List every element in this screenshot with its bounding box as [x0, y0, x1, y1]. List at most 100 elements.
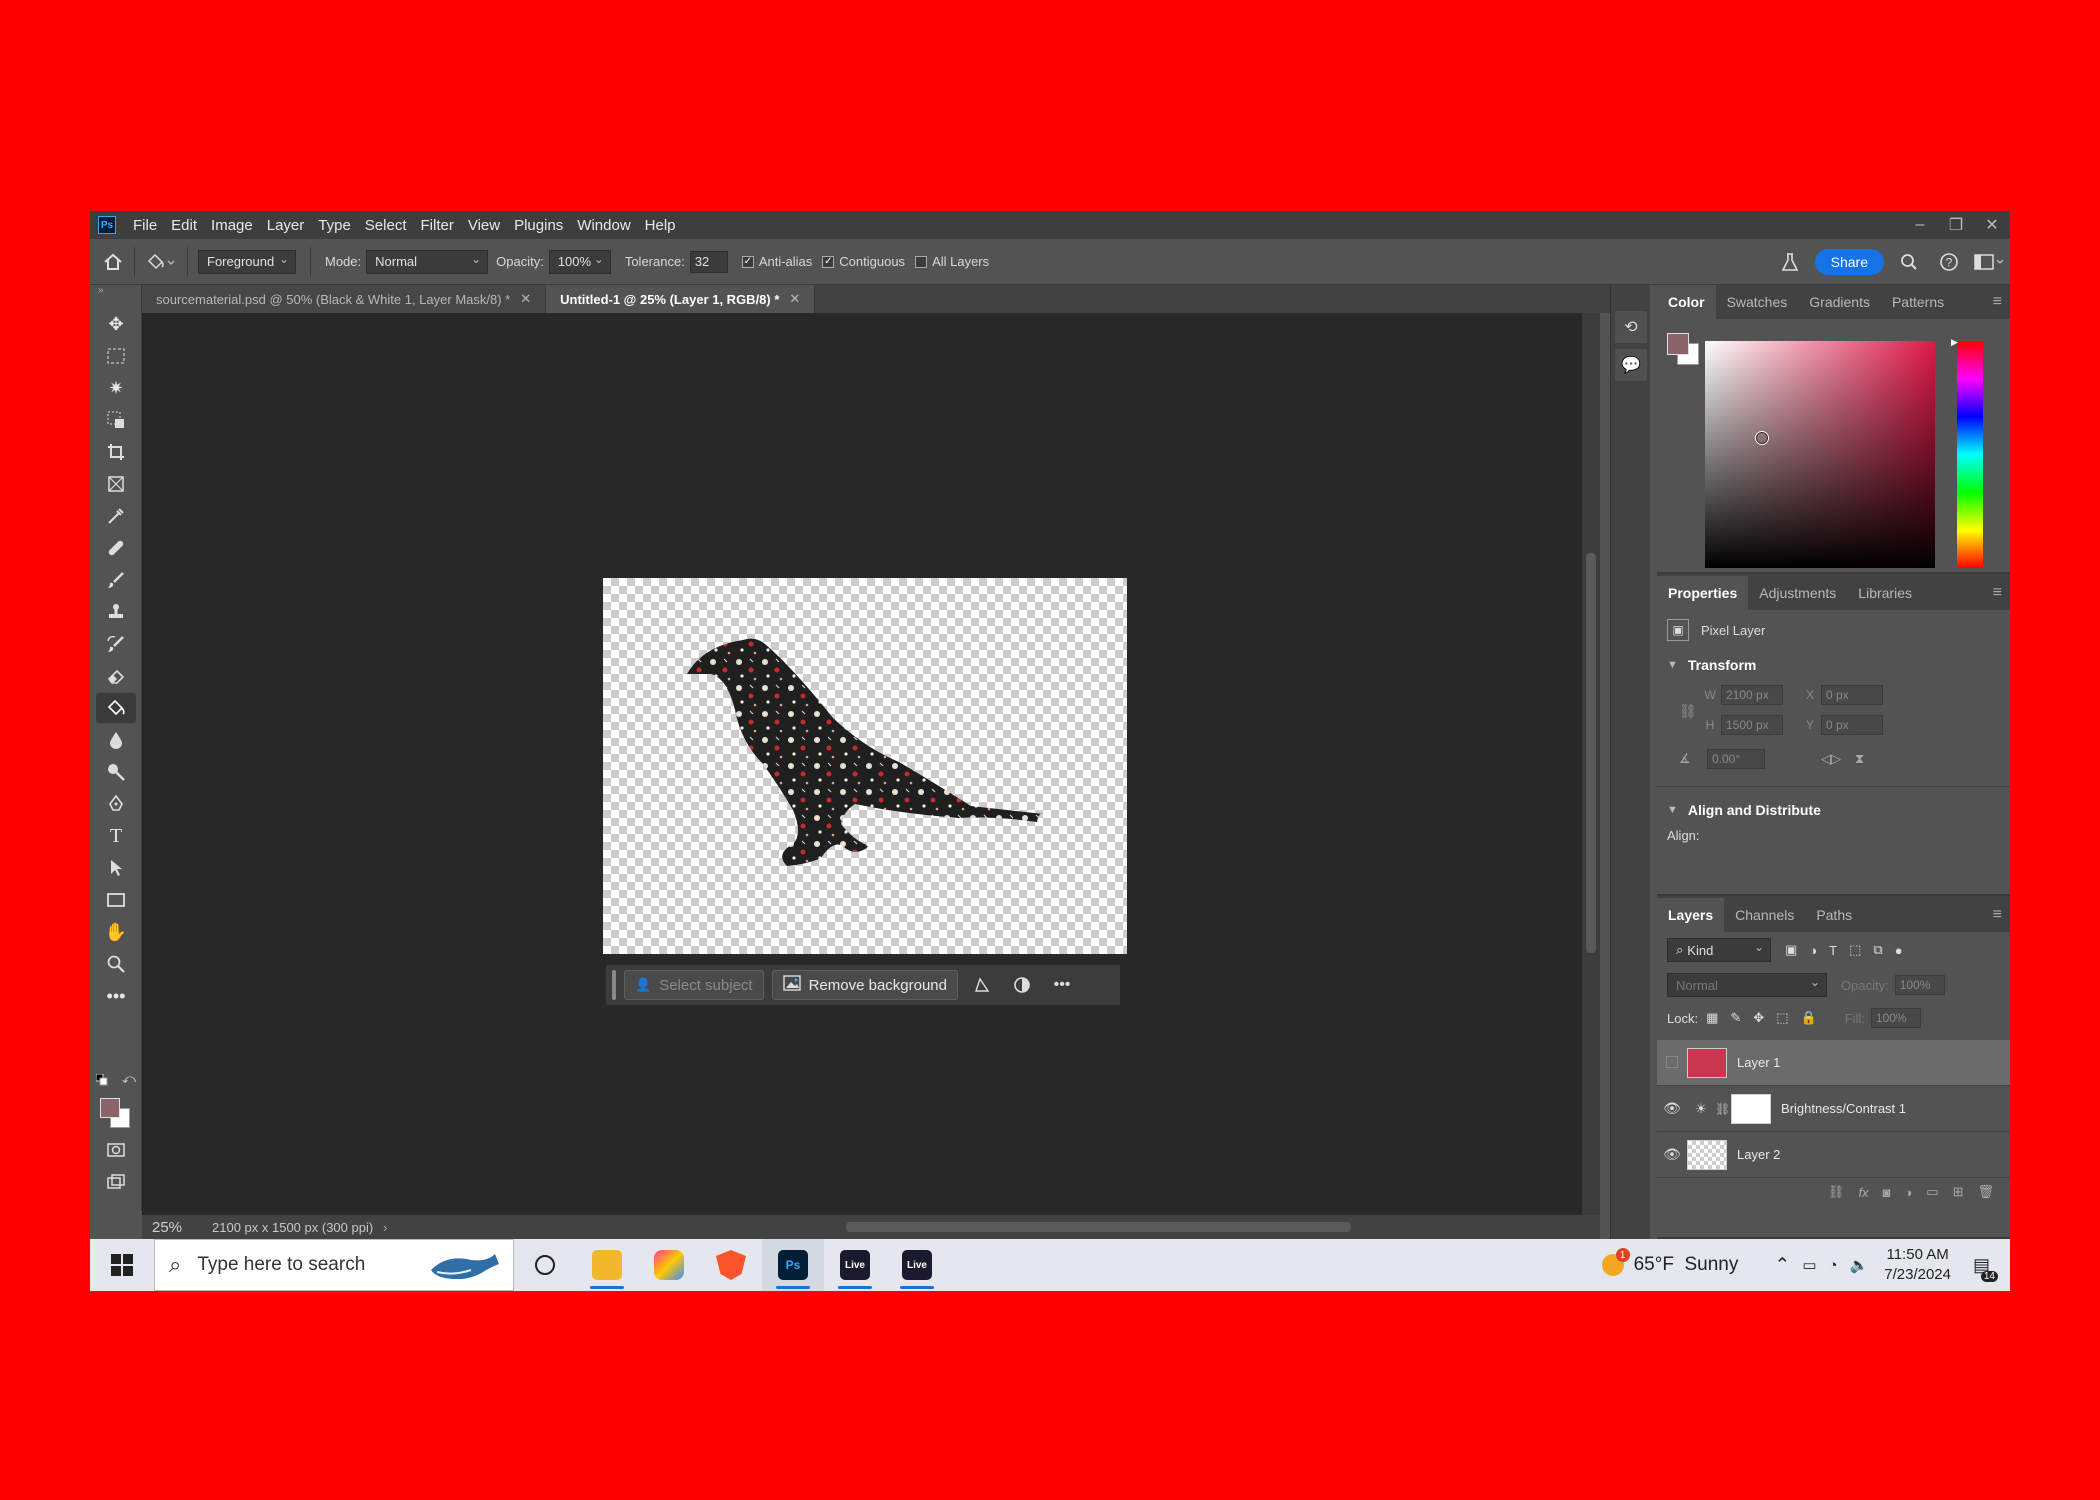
height-field[interactable]: 1500 px [1721, 715, 1783, 735]
more-options-icon[interactable]: ••• [1046, 970, 1078, 1000]
y-field[interactable]: 0 px [1821, 715, 1883, 735]
color-field[interactable] [1705, 341, 1935, 568]
close-button[interactable]: ✕ [1974, 211, 2010, 239]
help-icon[interactable]: ? [1934, 247, 1964, 277]
tab-untitled-1[interactable]: Untitled-1 @ 25% (Layer 1, RGB/8) * ✕ [546, 285, 816, 313]
tab-patterns[interactable]: Patterns [1881, 285, 1955, 319]
zoom-tool-icon[interactable] [96, 949, 136, 979]
weather-text[interactable]: 65°F Sunny [1634, 1254, 1739, 1276]
tab-layers[interactable]: Layers [1657, 898, 1725, 932]
healing-brush-tool-icon[interactable] [96, 533, 136, 563]
blend-mode-select[interactable]: Normal [1667, 973, 1827, 997]
tab-libraries[interactable]: Libraries [1847, 576, 1923, 610]
battery-icon[interactable]: ▭ [1802, 1256, 1816, 1274]
object-selection-tool-icon[interactable]: ✷ [96, 373, 136, 403]
eye-icon[interactable]: 👁 [1657, 1146, 1687, 1163]
hand-tool-icon[interactable]: ✋ [96, 917, 136, 947]
layer-name[interactable]: Layer 1 [1737, 1055, 1780, 1070]
layer-kind-filter[interactable]: ⌕ Kind [1667, 938, 1771, 962]
menu-help[interactable]: Help [638, 217, 683, 234]
document-info[interactable]: 2100 px x 1500 px (300 ppi) [202, 1220, 383, 1235]
paint-bucket-tool-icon[interactable] [96, 693, 136, 723]
screen-mode-icon[interactable] [96, 1167, 136, 1197]
layer-row-layer-2[interactable]: 👁 Layer 2 [1657, 1132, 2010, 1178]
lock-all-icon[interactable]: 🔒 [1800, 1010, 1816, 1026]
notifications-icon[interactable]: ▤ 14 [1973, 1255, 1998, 1282]
width-field[interactable]: 2100 px [1721, 685, 1783, 705]
home-icon[interactable] [98, 247, 128, 277]
search-icon[interactable] [1894, 247, 1924, 277]
anti-alias-checkbox[interactable]: ✓ Anti-alias [741, 254, 812, 269]
flip-horizontal-icon[interactable]: ◁▷ [1821, 751, 1841, 767]
marquee-tool-icon[interactable] [96, 341, 136, 371]
paint-bucket-tool-preset-icon[interactable] [141, 247, 181, 277]
flip-vertical-icon[interactable]: ⧗ [1855, 751, 1864, 767]
menu-edit[interactable]: Edit [164, 217, 204, 234]
lock-artboard-icon[interactable]: ⬚ [1776, 1010, 1788, 1026]
link-icon[interactable]: ⛓ [1679, 703, 1699, 720]
menu-window[interactable]: Window [570, 217, 637, 234]
link-layers-icon[interactable]: ⛓ [1828, 1184, 1845, 1200]
fill-source-select[interactable]: Foreground [198, 249, 296, 274]
lock-position-icon[interactable]: ✥ [1753, 1010, 1764, 1026]
eye-icon[interactable]: 👁 [1657, 1100, 1687, 1117]
clock[interactable]: 11:50 AM 7/23/2024 [1884, 1245, 1951, 1285]
tab-adjustments[interactable]: Adjustments [1748, 576, 1847, 610]
collapse-toolbar-icon[interactable]: » [90, 285, 141, 307]
remove-background-button[interactable]: Remove background [771, 970, 958, 1000]
new-group-icon[interactable]: ▭ [1926, 1184, 1938, 1200]
horizontal-scroll-thumb[interactable] [846, 1222, 1351, 1232]
network-icon[interactable]: ◔ [1829, 1257, 1838, 1274]
layer-name[interactable]: Layer 2 [1737, 1147, 1780, 1162]
quick-mask-icon[interactable] [96, 1135, 136, 1165]
menu-view[interactable]: View [461, 217, 507, 234]
mode-select[interactable]: Normal [366, 249, 489, 274]
default-colors-icon[interactable] [95, 1073, 108, 1086]
dodge-tool-icon[interactable] [96, 757, 136, 787]
path-selection-tool-icon[interactable] [96, 853, 136, 883]
mask-link-icon[interactable]: ⛓ [1715, 1102, 1731, 1116]
menu-plugins[interactable]: Plugins [507, 217, 570, 234]
document-canvas[interactable] [603, 578, 1127, 954]
brush-tool-icon[interactable] [96, 565, 136, 595]
filter-smart-object-icon[interactable]: ⧉ [1873, 942, 1882, 958]
blur-tool-icon[interactable] [96, 725, 136, 755]
filter-type-icon[interactable]: T [1829, 943, 1837, 958]
frame-tool-icon[interactable] [96, 469, 136, 499]
ableton-live-icon[interactable]: Live [824, 1239, 886, 1291]
vertical-scroll-thumb[interactable] [1586, 553, 1596, 953]
tab-color[interactable]: Color [1657, 285, 1716, 319]
delete-layer-icon[interactable]: 🗑 [1977, 1184, 1994, 1200]
volume-icon[interactable]: 🔈 [1850, 1256, 1869, 1274]
tab-swatches[interactable]: Swatches [1716, 285, 1799, 319]
tab-paths[interactable]: Paths [1805, 898, 1863, 932]
tolerance-input[interactable]: 32 [689, 250, 728, 273]
restore-button[interactable]: ❐ [1938, 211, 1974, 239]
comments-panel-icon[interactable]: 💬 [1615, 349, 1647, 381]
rectangle-tool-icon[interactable] [96, 885, 136, 915]
menu-type[interactable]: Type [311, 217, 358, 234]
tab-properties[interactable]: Properties [1657, 576, 1749, 610]
adjustment-icon[interactable] [1006, 970, 1038, 1000]
creative-cloud-icon[interactable] [638, 1239, 700, 1291]
menu-layer[interactable]: Layer [260, 217, 312, 234]
eyedropper-tool-icon[interactable] [96, 501, 136, 531]
swap-colors-icon[interactable]: ⤺ [122, 1071, 136, 1087]
panel-menu-icon[interactable]: ≡ [1993, 293, 2002, 311]
hue-slider[interactable] [1957, 341, 1983, 568]
filter-toggle-icon[interactable]: ● [1895, 943, 1903, 958]
lock-image-icon[interactable]: ✎ [1730, 1010, 1741, 1026]
menu-select[interactable]: Select [358, 217, 414, 234]
clone-stamp-tool-icon[interactable] [96, 597, 136, 627]
weather-icon[interactable]: 1 [1601, 1248, 1630, 1276]
new-layer-icon[interactable]: ⊞ [1953, 1184, 1964, 1200]
x-field[interactable]: 0 px [1821, 685, 1883, 705]
all-layers-checkbox[interactable]: All Layers [915, 254, 989, 269]
workspace-icon[interactable] [1974, 247, 2004, 277]
windows-start-icon[interactable] [90, 1239, 154, 1291]
pen-tool-icon[interactable] [96, 789, 136, 819]
fx-icon[interactable]: fx [1858, 1185, 1868, 1200]
more-tools-icon[interactable]: ••• [96, 981, 136, 1011]
type-tool-icon[interactable]: T [96, 821, 136, 851]
filter-shape-icon[interactable]: ⬚ [1849, 942, 1861, 958]
